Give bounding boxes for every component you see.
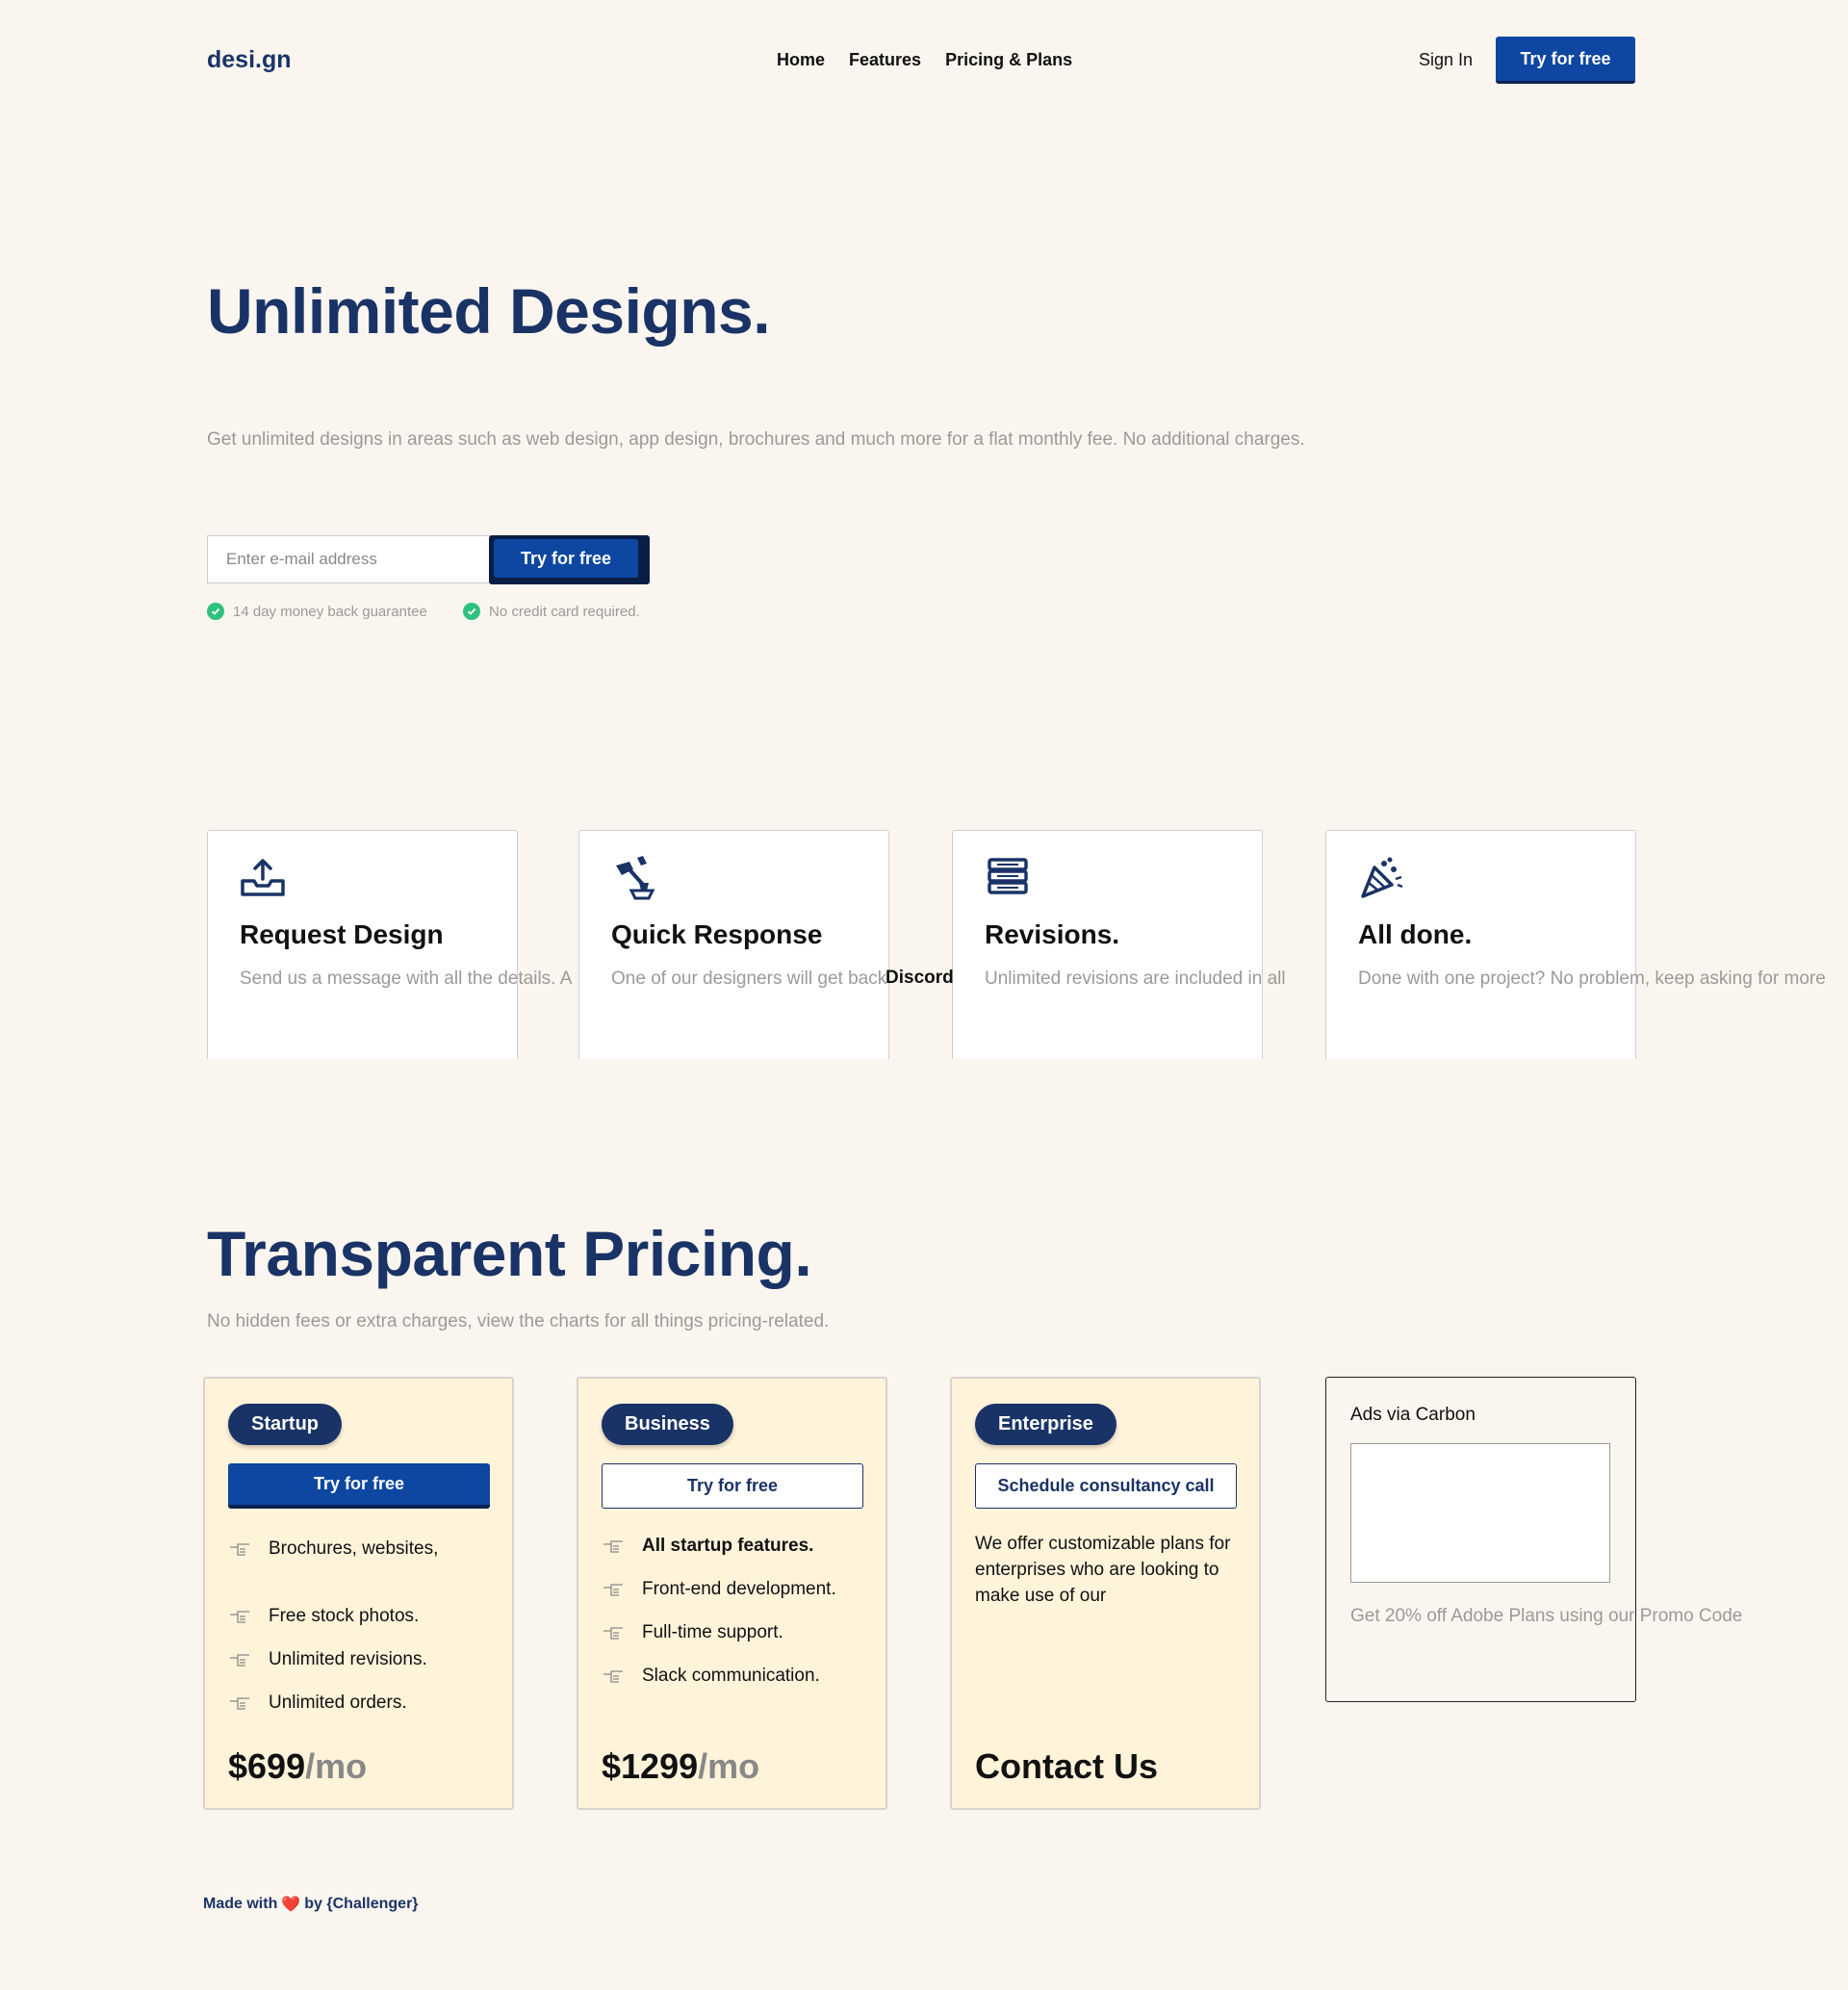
pointing-hand-icon [603,1670,623,1683]
nav-link-pricing[interactable]: Pricing & Plans [945,50,1072,70]
footer-made-with: Made with [203,1896,278,1912]
step-card-request: Request Design Send us a message with al… [207,830,572,1059]
hammer-anvil-icon [616,856,655,900]
plan-badge: Enterprise [975,1404,1116,1445]
plan-card-enterprise: Enterprise Schedule consultancy call We … [950,1377,1261,1810]
heart-icon: ❤️ [281,1897,301,1913]
pointing-hand-icon [230,1543,249,1556]
check-circle-icon [207,603,224,620]
hero-subtitle: Get unlimited designs in areas such as w… [207,429,1305,450]
carbon-ad[interactable]: Ads via Carbon Get 20% off Adobe Plans u… [1325,1377,1742,1702]
step-title: All done. [1358,919,1473,949]
step-text: Unlimited revisions are included in all [985,969,1286,989]
plan-feature: Full-time support. [602,1622,783,1643]
nav-link-features[interactable]: Features [849,50,921,70]
email-input[interactable] [207,535,491,583]
startup-try-free-button[interactable]: Try for free [228,1463,490,1509]
plan-price: $1299/mo [602,1746,760,1786]
step-title: Quick Response [611,919,823,949]
pricing-subtitle: No hidden fees or extra charges, view th… [207,1311,830,1331]
ad-title: Ads via Carbon [1350,1405,1476,1425]
pointing-hand-icon [230,1654,249,1667]
footer: Made with ❤️ by {Challenger} [203,1895,419,1914]
footer-author[interactable]: by {Challenger} [304,1896,418,1913]
pointing-hand-icon [603,1627,623,1640]
plan-price: Contact Us [975,1746,1159,1786]
plan-feature: Unlimited orders. [228,1693,407,1714]
pointing-hand-icon [603,1584,623,1596]
step-text: Send us a message with all the details. … [240,969,573,989]
plan-badge: Business [602,1404,733,1445]
plan-card-business: Business Try for free All startup featur… [577,1377,887,1810]
step-card-response: Quick Response One of our designers will… [578,830,889,1059]
hero-title: Unlimited Designs. [207,275,771,347]
steps-section: Request Design Send us a message with al… [0,0,1848,1059]
plan-feature: All startup features. [602,1536,813,1557]
inbox-upload-icon [241,859,285,896]
step-text: One of our designers will get back [611,969,887,989]
plan-feature: Brochures, websites, [228,1538,438,1560]
step-title: Request Design [240,919,444,949]
discord-overflow-text: Discord [886,968,954,988]
pointing-hand-icon [603,1540,623,1553]
step-card-done: All done. Done with one project? No prob… [1325,830,1826,1059]
plan-feature: Front-end development. [602,1579,836,1600]
top-nav: desi.gn Home Features Pricing & Plans Si… [207,37,1636,85]
nav-try-free-button[interactable]: Try for free [1496,37,1635,84]
nav-link-home[interactable]: Home [777,50,825,70]
business-try-free-button[interactable]: Try for free [602,1463,863,1509]
step-card-revisions: Revisions. Unlimited revisions are inclu… [952,830,1286,1059]
plan-feature: Slack communication. [602,1666,820,1687]
hero-try-free-button[interactable]: Try for free [494,539,638,578]
sign-in-link[interactable]: Sign In [1419,50,1473,70]
logo[interactable]: desi.gn [207,46,292,74]
plan-feature: Free stock photos. [228,1606,419,1627]
pricing-title: Transparent Pricing. [207,1218,812,1289]
party-popper-icon [1361,857,1403,898]
ad-image[interactable] [1350,1443,1610,1583]
plan-price: $699/mo [228,1746,368,1786]
stack-icon [988,858,1028,894]
ad-text[interactable]: Get 20% off Adobe Plans using our Promo … [1350,1606,1742,1627]
step-text: Done with one project? No problem, keep … [1358,969,1826,989]
guarantee-label: No credit card required. [489,603,640,620]
plan-card-startup: Startup Try for free Brochures, websites… [203,1377,514,1810]
hero-cta-wrapper: Try for free [489,535,650,584]
guarantee-money-back: 14 day money back guarantee [207,603,427,620]
step-title: Revisions. [985,919,1120,949]
guarantee-no-card: No credit card required. [463,603,640,620]
pointing-hand-icon [230,1697,249,1710]
plan-feature: Unlimited revisions. [228,1649,427,1670]
check-circle-icon [463,603,480,620]
schedule-consultancy-button[interactable]: Schedule consultancy call [975,1463,1237,1509]
plan-badge: Startup [228,1404,342,1445]
enterprise-description: We offer customizable plans for enterpri… [975,1534,1231,1606]
guarantee-label: 14 day money back guarantee [233,603,427,620]
nav-menu: Home Features Pricing & Plans [777,50,1072,70]
pointing-hand-icon [230,1611,249,1623]
